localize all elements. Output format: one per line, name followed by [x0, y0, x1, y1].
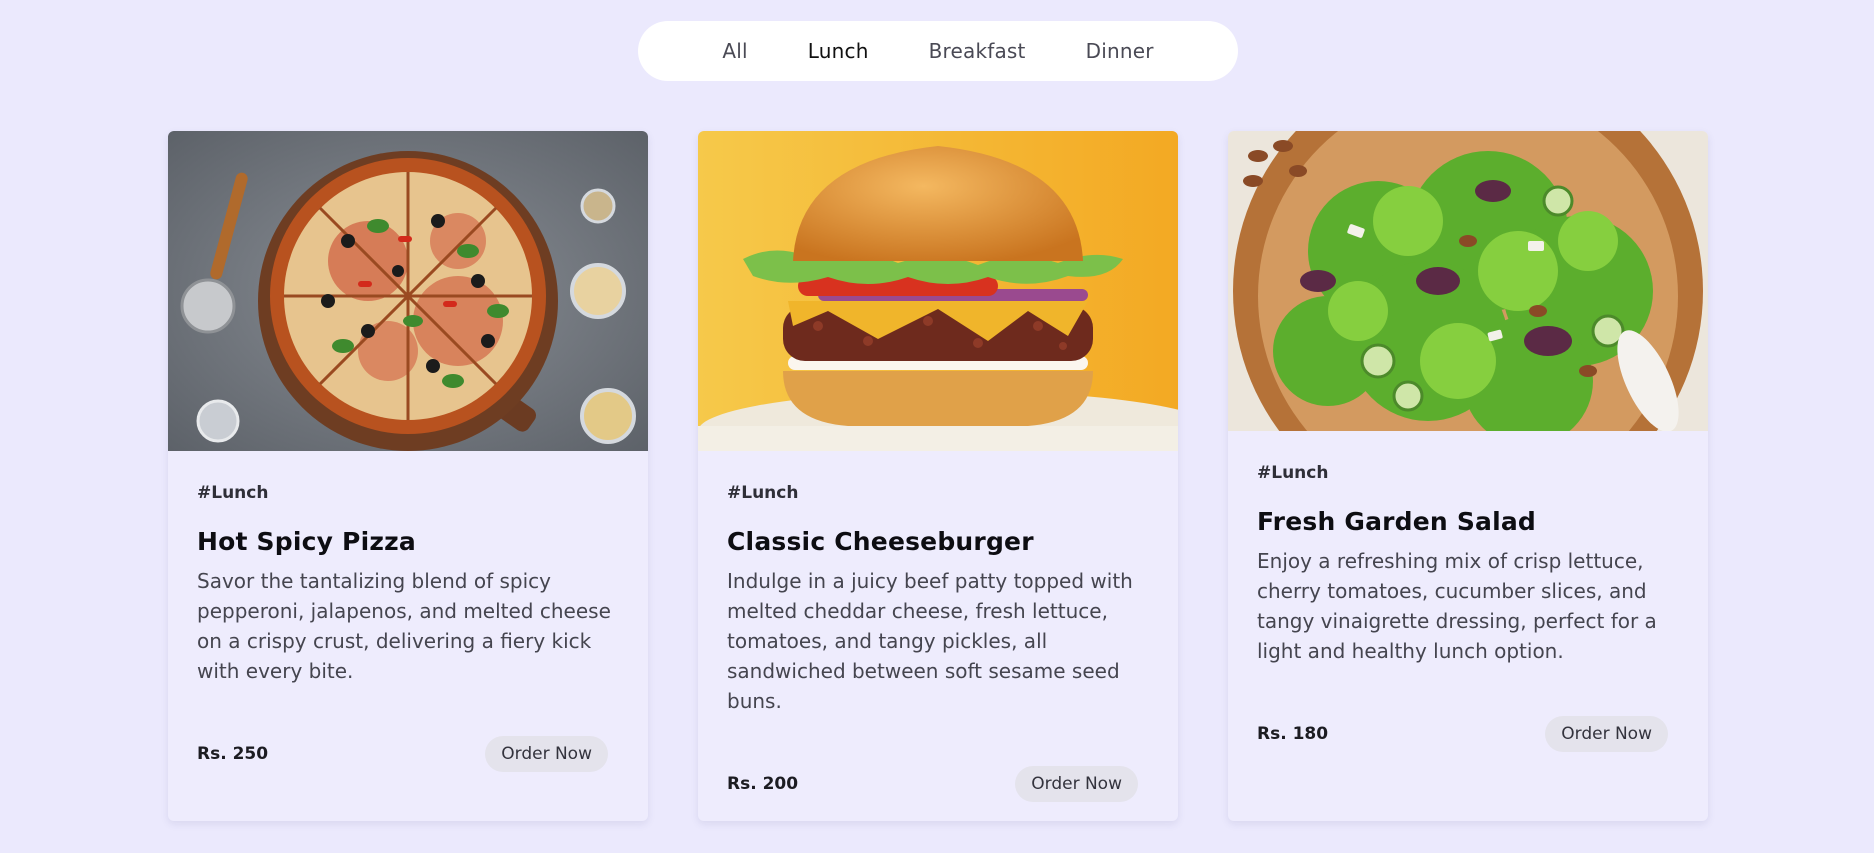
- card-description: Indulge in a juicy beef patty topped wit…: [727, 569, 1133, 713]
- card-footer: Rs. 180 Order Now: [1257, 716, 1668, 752]
- category-tag: #Lunch: [1257, 463, 1329, 483]
- pizza-card-body: #Lunch Hot Spicy Pizza Savor the tantali…: [168, 483, 648, 686]
- card-description: Enjoy a refreshing mix of crisp lettuce,…: [1257, 549, 1657, 663]
- card-description: Savor the tantalizing blend of spicy pep…: [197, 569, 611, 683]
- category-filter-bar: All Lunch Breakfast Dinner: [638, 21, 1238, 81]
- filter-tab-breakfast[interactable]: Breakfast: [929, 39, 1026, 63]
- filter-tab-dinner[interactable]: Dinner: [1086, 39, 1154, 63]
- filter-tab-all[interactable]: All: [722, 39, 747, 63]
- pizza-image: [168, 131, 648, 451]
- order-now-button[interactable]: Order Now: [1015, 766, 1138, 802]
- price: Rs. 180: [1257, 724, 1329, 744]
- card-title: Classic Cheeseburger: [727, 527, 1034, 556]
- card-footer: Rs. 200 Order Now: [727, 766, 1138, 802]
- salad-card-body: #Lunch Fresh Garden Salad Enjoy a refres…: [1228, 463, 1708, 666]
- category-tag: #Lunch: [727, 483, 799, 503]
- food-card-salad: #Lunch Fresh Garden Salad Enjoy a refres…: [1228, 131, 1708, 821]
- card-footer: Rs. 250 Order Now: [197, 736, 608, 772]
- food-card-pizza: #Lunch Hot Spicy Pizza Savor the tantali…: [168, 131, 648, 821]
- category-tag: #Lunch: [197, 483, 269, 503]
- order-now-button[interactable]: Order Now: [485, 736, 608, 772]
- food-card-cheeseburger: #Lunch Classic Cheeseburger Indulge in a…: [698, 131, 1178, 821]
- card-title: Fresh Garden Salad: [1257, 507, 1537, 536]
- card-title: Hot Spicy Pizza: [197, 527, 416, 556]
- price: Rs. 200: [727, 774, 799, 794]
- salad-image: [1228, 131, 1708, 431]
- price: Rs. 250: [197, 744, 269, 764]
- cheeseburger-card-body: #Lunch Classic Cheeseburger Indulge in a…: [698, 483, 1178, 716]
- order-now-button[interactable]: Order Now: [1545, 716, 1668, 752]
- cheeseburger-image: [698, 131, 1178, 451]
- filter-tab-lunch[interactable]: Lunch: [808, 39, 869, 63]
